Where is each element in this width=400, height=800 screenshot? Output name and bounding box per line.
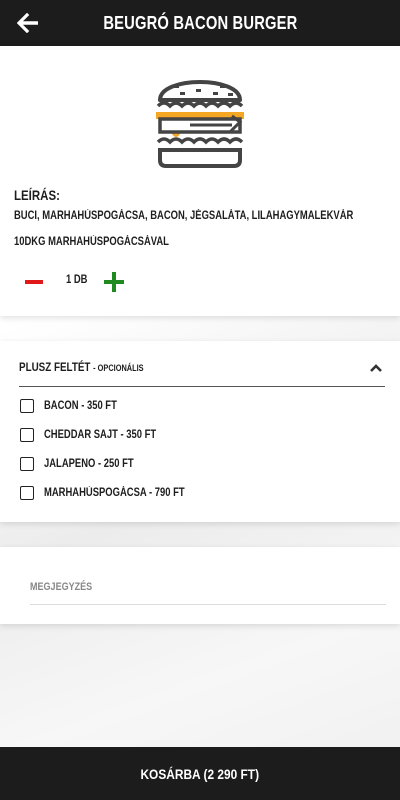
extra-option-bacon[interactable]: BACON - 350 FT bbox=[20, 396, 320, 416]
increase-quantity-button[interactable] bbox=[102, 270, 126, 294]
page-title: BEUGRÓ BACON BURGER bbox=[102, 12, 298, 33]
checkbox[interactable] bbox=[20, 428, 34, 442]
description-heading: LEÍRÁS: bbox=[14, 187, 60, 203]
extra-option-patty[interactable]: MARHAHÚSPOGÁCSA - 790 FT bbox=[20, 483, 320, 503]
add-to-cart-button[interactable]: KOSÁRBA (2 290 FT) bbox=[0, 747, 400, 800]
quantity-value: 1 DB bbox=[66, 274, 88, 286]
extras-accordion-header[interactable]: PLUSZ FELTÉT - OPCIONÁLIS bbox=[19, 357, 385, 387]
burger-icon bbox=[156, 80, 244, 168]
arrow-left-icon bbox=[17, 13, 38, 33]
app-header: BEUGRÓ BACON BURGER bbox=[0, 0, 400, 46]
add-to-cart-label: KOSÁRBA (2 290 FT) bbox=[140, 765, 260, 782]
extra-option-cheddar[interactable]: CHEDDAR SAJT - 350 FT bbox=[20, 425, 320, 445]
checkbox[interactable] bbox=[20, 457, 34, 471]
extras-title: PLUSZ FELTÉT - OPCIONÁLIS bbox=[19, 360, 144, 374]
note-placeholder: MEGJEGYZÉS bbox=[30, 581, 93, 593]
checkbox[interactable] bbox=[20, 399, 34, 413]
note-input[interactable]: MEGJEGYZÉS bbox=[30, 569, 386, 605]
option-label: JALAPENO - 250 FT bbox=[44, 458, 134, 470]
extras-subtitle: - OPCIONÁLIS bbox=[93, 363, 144, 373]
extra-info-text: 10DKG MARHAHÚSPOGÁCSÁVAL bbox=[14, 236, 169, 248]
extra-option-jalapeno[interactable]: JALAPENO - 250 FT bbox=[20, 454, 320, 474]
quantity-stepper: 1 DB bbox=[22, 268, 142, 294]
product-card: LEÍRÁS: BUCI, MARHAHÚSPOGÁCSA, BACON, JÉ… bbox=[0, 46, 400, 316]
option-label: CHEDDAR SAJT - 350 FT bbox=[44, 429, 157, 441]
option-label: BACON - 350 FT bbox=[44, 400, 117, 412]
back-button[interactable] bbox=[14, 9, 42, 37]
extras-card: PLUSZ FELTÉT - OPCIONÁLIS BACON - 350 FT… bbox=[0, 341, 400, 522]
option-label: MARHAHÚSPOGÁCSA - 790 FT bbox=[44, 487, 185, 499]
checkbox[interactable] bbox=[20, 486, 34, 500]
chevron-up-icon bbox=[370, 364, 382, 372]
note-card: MEGJEGYZÉS bbox=[0, 547, 400, 624]
decrease-quantity-button[interactable] bbox=[22, 272, 48, 292]
description-text: BUCI, MARHAHÚSPOGÁCSA, BACON, JÉGSALÁTA,… bbox=[14, 210, 354, 222]
